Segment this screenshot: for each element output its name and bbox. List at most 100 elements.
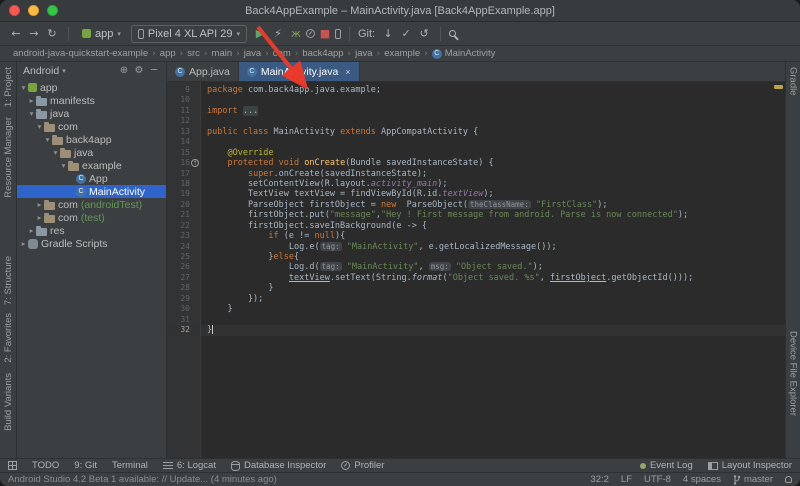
tree-item-com[interactable]: ▾ com <box>17 120 166 133</box>
project-view-select[interactable]: Android ▾ <box>23 65 66 77</box>
tree-item-manifests[interactable]: ▸ manifests <box>17 94 166 107</box>
sync-project-icon[interactable]: ↻ <box>44 27 60 40</box>
folder-icon <box>36 95 47 106</box>
git-button[interactable]: 9: Git <box>74 460 97 471</box>
tree-item-app[interactable]: ▾ app <box>17 81 166 94</box>
chevron-down-icon: ▾ <box>236 29 240 38</box>
profiler-button[interactable]: Profiler <box>341 460 384 471</box>
tree-toggle-icon[interactable]: ▾ <box>43 135 52 144</box>
tree-toggle-icon[interactable]: ▾ <box>51 148 60 157</box>
device-select[interactable]: Pixel 4 XL API 29 ▾ <box>130 24 247 43</box>
breadcrumb-item-java[interactable]: java <box>352 48 375 59</box>
event-log-button[interactable]: Event Log <box>639 460 693 471</box>
run-icon[interactable]: ▶ <box>252 27 268 40</box>
editor-gutter[interactable]: 9 10 11 12 13 14 15 16 ↑ 17 18 19 20 21 22 23 24 25 26 27 28… <box>167 82 201 458</box>
stripe-build-variants[interactable]: Build Variants <box>2 368 15 436</box>
navigate-back-icon[interactable]: ← <box>8 27 24 40</box>
tree-toggle-icon[interactable]: ▾ <box>27 109 36 118</box>
stripe-project[interactable]: 1: Project <box>2 62 15 112</box>
gutter-line: 24 <box>180 241 190 251</box>
terminal-button[interactable]: Terminal <box>112 460 148 471</box>
layout-inspector-button[interactable]: Layout Inspector <box>707 460 792 471</box>
gutter-line: 21 <box>180 210 190 220</box>
minimize-window-button[interactable] <box>28 5 39 16</box>
package-icon <box>44 199 55 210</box>
stripe-structure[interactable]: 7: Structure <box>2 251 15 310</box>
breadcrumb-item-app[interactable]: app <box>157 48 179 59</box>
zoom-window-button[interactable] <box>47 5 58 16</box>
tree-item-com-androidtest[interactable]: ▸ com (androidTest) <box>17 198 166 211</box>
tree-item-label: Gradle Scripts <box>41 237 108 250</box>
tab-app-java[interactable]: App.java <box>167 62 239 81</box>
run-configuration-select[interactable]: app ▾ <box>77 27 126 41</box>
tree-item-app[interactable]: App <box>17 172 166 185</box>
breadcrumb-item-src[interactable]: src <box>184 48 203 59</box>
package-icon <box>44 212 55 223</box>
overriding-method-icon[interactable]: ↑ <box>191 159 199 168</box>
search-everywhere-icon[interactable] <box>449 30 457 37</box>
breadcrumb-separator: › <box>294 48 299 59</box>
update-project-icon[interactable]: ↓ <box>380 27 396 40</box>
notifications-icon[interactable] <box>785 476 792 483</box>
close-tab-icon[interactable]: × <box>345 67 350 77</box>
breadcrumb-item-main[interactable]: main <box>209 48 236 59</box>
code-line: Log.d(tag: "MainActivity", msg: "Object … <box>207 262 543 273</box>
tree-toggle-icon[interactable]: ▸ <box>19 239 28 248</box>
stripe-favorites[interactable]: 2: Favorites <box>2 308 15 368</box>
rollback-icon[interactable]: ↺ <box>416 27 432 40</box>
commit-icon[interactable]: ✓ <box>398 27 414 40</box>
breadcrumb-item-back4app[interactable]: back4app <box>299 48 346 59</box>
caret-position[interactable]: 32:2 <box>590 474 609 485</box>
tree-item-back4app[interactable]: ▾ back4app <box>17 133 166 146</box>
tree-toggle-icon[interactable]: ▸ <box>35 213 44 222</box>
tab-label: MainActivity.java <box>260 65 339 78</box>
tree-item-gradle-scripts[interactable]: ▸ Gradle Scripts <box>17 237 166 250</box>
close-window-button[interactable] <box>9 5 20 16</box>
line-separator-widget[interactable]: LF <box>621 474 632 485</box>
tree-item-mainactivity[interactable]: MainActivity <box>17 185 166 198</box>
tree-toggle-icon[interactable]: ▾ <box>59 161 68 170</box>
tree-item-example[interactable]: ▾ example <box>17 159 166 172</box>
breadcrumb-item-android-java-quickstart-example[interactable]: android-java-quickstart-example <box>10 48 151 59</box>
todo-button[interactable]: TODO <box>32 460 59 471</box>
tree-item-res[interactable]: ▸ res <box>17 224 166 237</box>
breadcrumb-item-mainactivity[interactable]: MainActivity <box>429 48 499 59</box>
tree-toggle-icon[interactable]: ▸ <box>27 96 36 105</box>
tree-item-java[interactable]: ▾ java <box>17 146 166 159</box>
stripe-resource-manager[interactable]: Resource Manager <box>2 112 15 203</box>
debug-icon[interactable]: ж <box>288 27 304 40</box>
tool-window-switcher-button[interactable] <box>8 461 17 470</box>
code-text[interactable]: package com.back4app.java.example; import… <box>201 82 785 458</box>
stripe-device-file-explorer[interactable]: Device File Explorer <box>787 326 800 421</box>
tree-item-java[interactable]: ▾ java <box>17 107 166 120</box>
database-inspector-button[interactable]: Database Inspector <box>230 460 326 471</box>
breadcrumb-separator: › <box>376 48 381 59</box>
tree-item-label: com <box>58 120 78 133</box>
file-encoding-widget[interactable]: UTF-8 <box>644 474 671 485</box>
locate-file-icon[interactable]: ⊕ <box>118 65 130 76</box>
breadcrumb-item-com[interactable]: com <box>270 48 294 59</box>
tree-toggle-icon[interactable]: ▾ <box>35 122 44 131</box>
navigate-forward-icon[interactable]: → <box>26 27 42 40</box>
breadcrumb-item-example[interactable]: example <box>381 48 423 59</box>
inspection-marker[interactable] <box>774 85 783 89</box>
stop-icon[interactable]: ■ <box>317 27 333 40</box>
tree-toggle-icon[interactable]: ▸ <box>35 200 44 209</box>
tree-toggle-icon[interactable]: ▾ <box>19 83 28 92</box>
status-message[interactable]: Android Studio 4.2 Beta 1 available: // … <box>8 474 277 485</box>
profiler-icon[interactable] <box>305 29 315 38</box>
code-editor[interactable]: 9 10 11 12 13 14 15 16 ↑ 17 18 19 20 21 22 23 24 25 26 27 28… <box>167 82 785 458</box>
logcat-button[interactable]: 6: Logcat <box>162 460 216 471</box>
stripe-gradle[interactable]: Gradle <box>787 62 800 101</box>
settings-gear-icon[interactable]: ⚙ <box>133 65 145 76</box>
device-manager-icon[interactable] <box>334 28 341 39</box>
git-branch-widget[interactable]: master <box>733 474 773 485</box>
breadcrumb-item-java[interactable]: java <box>241 48 264 59</box>
apply-changes-icon[interactable]: ⚡ <box>270 27 286 40</box>
code-line: } <box>207 283 274 294</box>
indent-widget[interactable]: 4 spaces <box>683 474 721 485</box>
tab-mainactivity-java[interactable]: MainActivity.java × <box>238 62 360 81</box>
tree-item-com-test[interactable]: ▸ com (test) <box>17 211 166 224</box>
tree-toggle-icon[interactable]: ▸ <box>27 226 36 235</box>
hide-panel-icon[interactable]: ─ <box>148 65 160 76</box>
